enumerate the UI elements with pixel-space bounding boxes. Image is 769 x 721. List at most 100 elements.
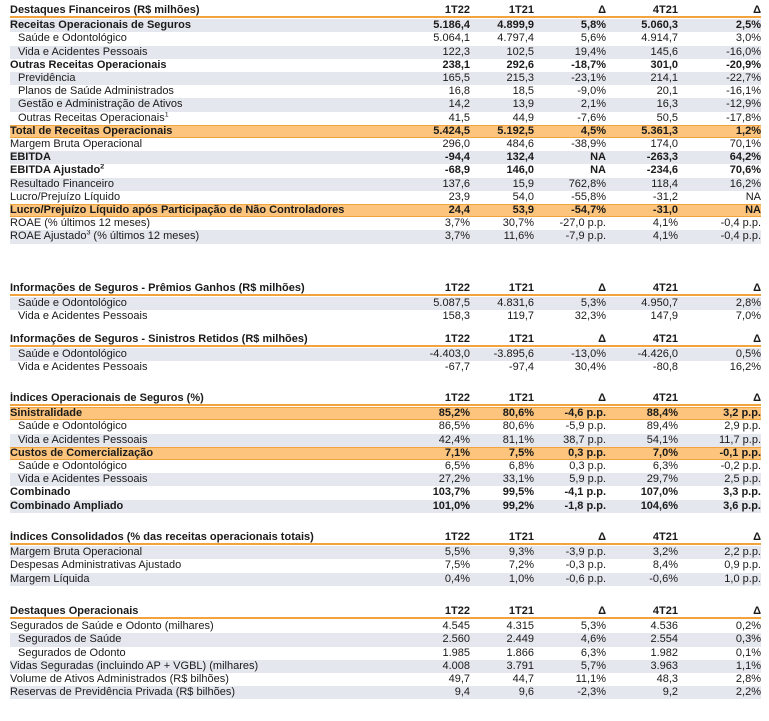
col-delta-qoq-value: 2,9 p.p. bbox=[724, 420, 761, 433]
col-4t21-value: -0,6% bbox=[649, 572, 678, 585]
col-1t22-header: 1T22 bbox=[444, 392, 470, 405]
col-delta-yoy-value: 5,3% bbox=[580, 297, 606, 310]
label-text: Vida e Acidentes Pessoais bbox=[18, 310, 148, 323]
col-1t21-value: 484,6 bbox=[506, 138, 534, 151]
table-row: Gestão e Administração de Ativos 14,2 13,9… bbox=[10, 98, 761, 112]
table-row: EBITDA -94,4 132,4 NA -263,3 64,2% bbox=[10, 151, 761, 165]
col-delta-yoy-value: 38,7 p.p. bbox=[563, 433, 606, 446]
col-1t21-value: 102,5 bbox=[506, 45, 534, 58]
table-row: Segurados de Saúde e Odonto (milhares) 4.… bbox=[10, 620, 761, 633]
table-row: EBITDA Ajustado2 -68,9 146,0 NA -234,6 70,6% bbox=[10, 164, 761, 177]
col-delta-qoq-value: 3,0% bbox=[735, 32, 761, 45]
col-delta-yoy-value: -7,9 p.p. bbox=[565, 230, 606, 243]
table-row: Resultado Financeiro 137,6 15,9 762,8% 118,4… bbox=[10, 177, 761, 191]
col-delta-qoq-value: 3,2 p.p. bbox=[723, 407, 761, 420]
col-1t22-value: 5,5% bbox=[444, 546, 470, 559]
section-title: Destaques Financeiros (R$ milhões) bbox=[10, 4, 400, 17]
col-delta-yoy-value: -13,0% bbox=[571, 348, 606, 361]
col-1t22-value: 5.087,5 bbox=[433, 297, 470, 310]
col-1t21-header: 1T21 bbox=[508, 605, 534, 618]
label-text: Informações de Seguros - Prêmios Ganhos … bbox=[10, 282, 305, 295]
row-label: Planos de Saúde Administrados bbox=[10, 85, 400, 98]
col-1t22-value: 49,7 bbox=[448, 673, 470, 686]
label-text: ROAE (% últimos 12 meses) bbox=[10, 217, 150, 230]
col-4t21-value: 50,5 bbox=[656, 111, 678, 124]
col-4t21-value: 3.963 bbox=[650, 659, 678, 672]
row-label: Margem Líquida bbox=[10, 573, 400, 586]
col-delta-qoq-value: 2,8% bbox=[735, 297, 761, 310]
table-row: Vida e Acidentes Pessoais 27,2% 33,1% 5,9 p… bbox=[10, 473, 761, 487]
col-delta-yoy-value: -1,8 p.p. bbox=[564, 499, 606, 512]
col-delta-yoy-value: -3,9 p.p. bbox=[565, 546, 606, 559]
col-4t21-value: -31,2 bbox=[652, 190, 678, 203]
col-delta-yoy-value: 5,8% bbox=[580, 19, 606, 32]
table-row: Custos de Comercialização 7,1% 7,5% 0,3 p.p… bbox=[10, 446, 761, 460]
col-delta-yoy-value: -27,0 p.p. bbox=[559, 217, 606, 230]
col-1t21-value: 30,7% bbox=[502, 217, 534, 230]
col-1t21-value: 15,9 bbox=[512, 177, 534, 190]
col-delta-qoq-value: 64,2% bbox=[729, 151, 761, 164]
col-1t21-value: 53,9 bbox=[512, 204, 534, 217]
label-text: Saúde e Odontológico bbox=[18, 420, 127, 433]
col-1t22-header: 1T22 bbox=[444, 605, 470, 618]
col-delta-yoy-header: Δ bbox=[598, 531, 606, 544]
col-delta-qoq-value: -16,1% bbox=[726, 85, 761, 98]
col-1t21-value: 44,7 bbox=[512, 673, 534, 686]
col-1t22-value: 4.008 bbox=[442, 659, 470, 672]
table-row: Outras Receitas Operacionais1 41,5 44,9 -7,… bbox=[10, 112, 761, 125]
row-label: Saúde e Odontológico bbox=[10, 297, 400, 310]
col-delta-yoy-header: Δ bbox=[598, 4, 606, 17]
label-text: Combinado bbox=[10, 486, 71, 499]
col-delta-yoy-value: -9,0% bbox=[577, 85, 606, 98]
table-row: Total de Receitas Operacionais 5.424,5 5.1… bbox=[10, 124, 761, 138]
table-row: Sinistralidade 85,2% 80,6% -4,6 p.p. 88,4% 3,… bbox=[10, 407, 761, 421]
label-text: Gestão e Administração de Ativos bbox=[18, 98, 183, 111]
col-1t22-header: 1T22 bbox=[444, 531, 470, 544]
col-delta-yoy-value: 32,3% bbox=[574, 310, 606, 323]
col-1t22-value: 3,7% bbox=[444, 230, 470, 243]
col-1t22-value: -94,4 bbox=[444, 151, 470, 164]
label-text: Despesas Administrativas Ajustado bbox=[10, 559, 182, 572]
row-label: Lucro/Prejuízo Líquido bbox=[10, 191, 400, 204]
col-4t21-value: 4,1% bbox=[652, 217, 678, 230]
label-text: EBITDA Ajustado bbox=[10, 164, 101, 177]
col-delta-qoq-value: -0,4 p.p. bbox=[720, 217, 761, 230]
col-delta-qoq-header: Δ bbox=[753, 605, 761, 618]
table-row: Saúde e Odontológico 5.064,1 4.797,4 5,6% 4.… bbox=[10, 32, 761, 45]
col-4t21-header: 4T21 bbox=[652, 4, 678, 17]
label-text: Margem Líquida bbox=[10, 572, 90, 585]
col-1t22-value: 42,4% bbox=[438, 433, 470, 446]
row-label: Reservas de Previdência Privada (R$ bilh… bbox=[10, 686, 400, 699]
col-delta-qoq-value: -0,2 p.p. bbox=[720, 460, 761, 473]
col-4t21-header: 4T21 bbox=[652, 392, 678, 405]
label-text: Total de Receitas Operacionais bbox=[10, 124, 173, 137]
col-delta-yoy-value: NA bbox=[590, 151, 606, 164]
table-row: Vidas Seguradas (incluindo AP + VGBL) (m… bbox=[10, 659, 761, 673]
col-delta-qoq-value: 0,9 p.p. bbox=[724, 559, 761, 572]
col-1t21-value: 9,3% bbox=[508, 546, 534, 559]
table-row: Previdência 165,5 215,3 -23,1% 214,1 -22,7% bbox=[10, 72, 761, 86]
label-text: Sinistralidade bbox=[10, 407, 83, 420]
row-label: Volume de Ativos Administrados (R$ bilhõ… bbox=[10, 673, 400, 686]
col-4t21-value: 6,3% bbox=[652, 460, 678, 473]
col-1t22-value: -67,7 bbox=[444, 361, 470, 374]
col-delta-yoy-value: 0,3 p.p. bbox=[569, 460, 606, 473]
col-4t21-header: 4T21 bbox=[652, 531, 678, 544]
table-row: Vida e Acidentes Pessoais -67,7 -97,4 30,4%… bbox=[10, 361, 761, 374]
col-1t22-value: 122,3 bbox=[442, 45, 470, 58]
col-1t21-value: 99,5% bbox=[502, 486, 534, 499]
col-4t21-value: 2.554 bbox=[650, 633, 678, 646]
label-text: Saúde e Odontológico bbox=[18, 32, 127, 45]
label-text: Vida e Acidentes Pessoais bbox=[18, 45, 148, 58]
table-row: Saúde e Odontológico 6,5% 6,8% 0,3 p.p. 6,3%… bbox=[10, 460, 761, 473]
label-text: Margem Bruta Operacional bbox=[10, 138, 143, 151]
col-4t21-value: 5.060,3 bbox=[641, 19, 678, 32]
col-1t21-value: 81,1% bbox=[502, 433, 534, 446]
col-4t21-value: -4.426,0 bbox=[637, 348, 678, 361]
table-row: Segurados de Odonto 1.985 1.866 6,3% 1.982 0,… bbox=[10, 647, 761, 660]
col-1t22-value: 5.186,4 bbox=[433, 19, 470, 32]
col-delta-qoq-header: Δ bbox=[753, 282, 761, 295]
col-delta-qoq-value: 7,0% bbox=[735, 310, 761, 323]
col-delta-qoq-value: 2,8% bbox=[735, 673, 761, 686]
row-label: Segurados de Saúde bbox=[10, 633, 400, 646]
